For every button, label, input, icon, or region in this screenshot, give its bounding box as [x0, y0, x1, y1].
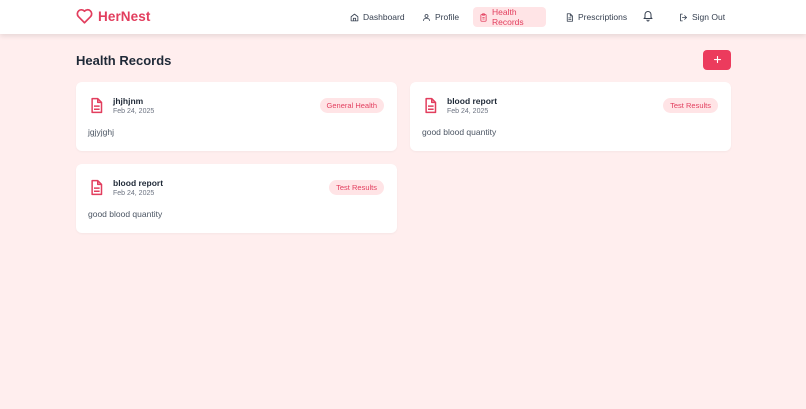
- nav-prescriptions-label: Prescriptions: [578, 12, 628, 22]
- nav-health-records-label: Health Records: [492, 7, 524, 27]
- record-card[interactable]: jhjhjnm Feb 24, 2025 General Health jgjy…: [76, 82, 397, 151]
- record-title: blood report: [447, 96, 498, 106]
- page-title: Health Records: [76, 53, 172, 68]
- add-record-button[interactable]: [703, 50, 731, 70]
- nav-sign-out[interactable]: Sign Out: [673, 7, 731, 27]
- nav-profile-label: Profile: [435, 12, 460, 22]
- record-category-badge: Test Results: [329, 180, 384, 195]
- record-title: jhjhjnm: [113, 96, 144, 106]
- nav-profile[interactable]: Profile: [416, 7, 465, 27]
- nav-dashboard[interactable]: Dashboard: [344, 7, 411, 27]
- record-category-badge: General Health: [319, 98, 384, 113]
- record-card[interactable]: blood report Feb 24, 2025 Test Results g…: [410, 82, 731, 151]
- top-navbar: HerNest Dashboard Profile Health Records…: [0, 0, 806, 34]
- record-description: jgjyjghj: [88, 127, 114, 137]
- plus-icon: [713, 51, 722, 69]
- bell-icon: [642, 9, 654, 26]
- file-text-icon: [423, 97, 438, 119]
- record-card[interactable]: blood report Feb 24, 2025 Test Results g…: [76, 164, 397, 233]
- record-description: good blood quantity: [88, 209, 163, 219]
- record-category-badge: Test Results: [663, 98, 718, 113]
- record-description: good blood quantity: [422, 127, 497, 137]
- home-icon: [350, 13, 359, 22]
- clipboard-icon: [479, 12, 488, 22]
- nav-dashboard-label: Dashboard: [363, 12, 405, 22]
- main-nav: Dashboard Profile Health Records Prescri…: [0, 7, 806, 27]
- nav-sign-out-label: Sign Out: [692, 12, 726, 22]
- file-text-icon: [89, 97, 104, 119]
- file-text-icon: [89, 179, 104, 201]
- record-date: Feb 24, 2025: [447, 108, 489, 115]
- file-text-icon: [565, 12, 574, 22]
- record-date: Feb 24, 2025: [113, 108, 155, 115]
- record-title: blood report: [113, 178, 164, 188]
- user-icon: [422, 13, 431, 22]
- log-out-icon: [679, 13, 688, 22]
- nav-prescriptions[interactable]: Prescriptions: [559, 7, 633, 27]
- record-date: Feb 24, 2025: [113, 190, 155, 197]
- nav-health-records[interactable]: Health Records: [473, 7, 546, 27]
- notifications-button[interactable]: [642, 9, 654, 27]
